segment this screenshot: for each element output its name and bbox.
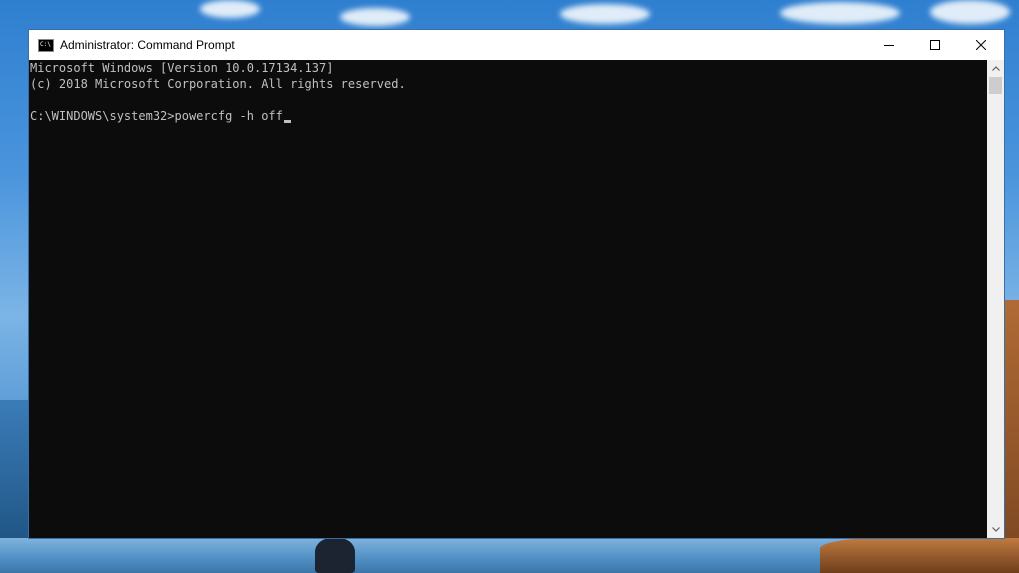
wallpaper-person (315, 538, 355, 573)
text-cursor (283, 120, 291, 123)
wallpaper-cloud (200, 0, 260, 18)
command-prompt-window[interactable]: Administrator: Command Prompt Microsoft … (28, 29, 1005, 539)
chevron-up-icon (991, 64, 1000, 73)
window-title: Administrator: Command Prompt (60, 38, 235, 52)
window-controls (866, 30, 1004, 60)
minimize-icon (884, 40, 894, 50)
wallpaper-cloud (560, 4, 650, 24)
close-icon (976, 40, 986, 50)
maximize-icon (930, 40, 940, 50)
console-output[interactable]: Microsoft Windows [Version 10.0.17134.13… (29, 60, 988, 538)
scroll-down-button[interactable] (987, 521, 1004, 538)
console-line-copyright: (c) 2018 Microsoft Corporation. All righ… (30, 77, 406, 91)
wallpaper-cloud (340, 8, 410, 26)
cmd-icon[interactable] (38, 38, 54, 52)
wallpaper-cloud (780, 2, 900, 24)
console-command: C:\WINDOWS\system32>powercfg -h off (30, 109, 283, 123)
wallpaper-rock (820, 538, 1019, 573)
console-prompt-line[interactable]: C:\WINDOWS\system32>powercfg -h off (29, 108, 988, 124)
scrollbar-thumb[interactable] (989, 77, 1002, 94)
title-bar[interactable]: Administrator: Command Prompt (29, 30, 1004, 60)
close-button[interactable] (958, 30, 1004, 60)
chevron-down-icon (991, 525, 1000, 534)
console-line-version: Microsoft Windows [Version 10.0.17134.13… (30, 61, 334, 75)
wallpaper-cloud (930, 0, 1010, 24)
scroll-up-button[interactable] (987, 60, 1004, 77)
maximize-button[interactable] (912, 30, 958, 60)
minimize-button[interactable] (866, 30, 912, 60)
vertical-scrollbar[interactable] (987, 60, 1004, 538)
